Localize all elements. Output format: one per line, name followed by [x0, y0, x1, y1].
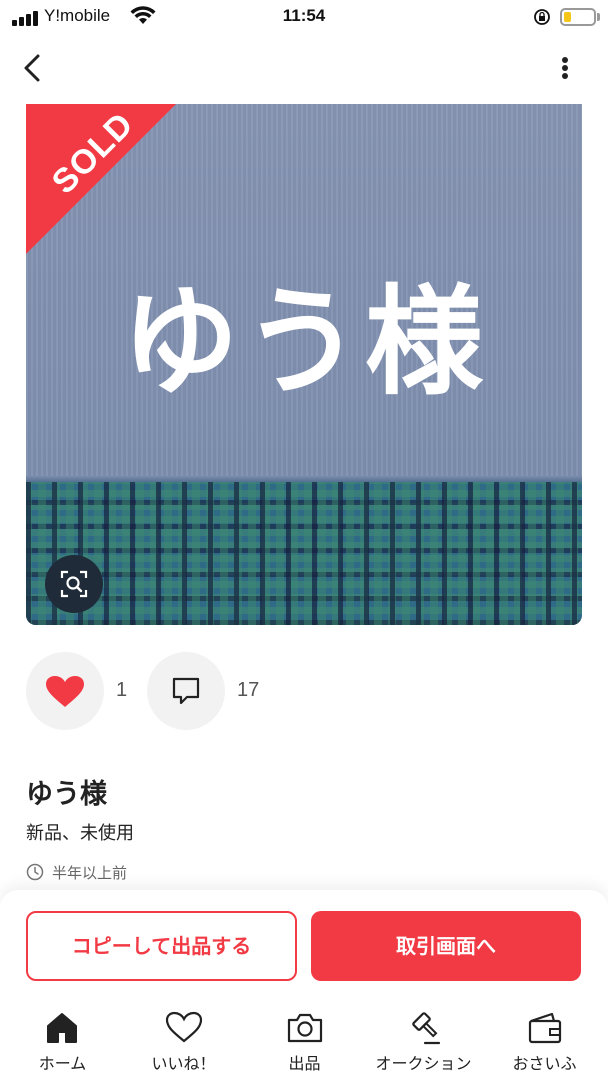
rotation-lock-icon [534, 9, 550, 25]
image-caption-text: ゆう様 [120, 273, 487, 411]
sold-badge: SOLD [26, 104, 176, 254]
tab-auction-label: オークション [375, 1054, 472, 1073]
zoom-scan-icon [60, 570, 88, 598]
tab-sell-label: 出品 [288, 1054, 321, 1073]
product-image[interactable]: ゆう様 SOLD [26, 104, 582, 625]
tab-home[interactable]: ホーム [2, 1008, 123, 1078]
tab-wallet-label: おさいふ [512, 1054, 577, 1073]
more-options-button[interactable] [550, 50, 580, 86]
like-count: 1 [116, 679, 128, 701]
tab-likes-label: いいね！ [151, 1054, 216, 1073]
comment-icon [172, 677, 200, 705]
comment-count: 17 [237, 679, 260, 701]
item-title: ゆう様 [26, 779, 107, 810]
tab-wallet[interactable]: おさいふ [484, 1008, 605, 1078]
tab-sell[interactable]: 出品 [244, 1008, 365, 1078]
tab-likes[interactable]: いいね！ [123, 1008, 244, 1078]
tab-home-label: ホーム [38, 1054, 87, 1073]
camera-icon [287, 1013, 323, 1043]
battery-icon [560, 8, 596, 26]
clock-icon [26, 863, 44, 881]
back-button[interactable] [16, 50, 52, 86]
wallet-icon [528, 1012, 562, 1044]
item-condition: 新品、未使用 [26, 823, 134, 844]
heart-outline-icon [165, 1011, 203, 1043]
gavel-icon [412, 1012, 441, 1045]
posted-time: 半年以上前 [52, 864, 128, 882]
comment-button[interactable] [147, 652, 225, 730]
like-button[interactable] [26, 652, 104, 730]
plaid-fabric [26, 482, 582, 625]
copy-listing-button[interactable]: コピーして出品する [26, 911, 297, 981]
heart-filled-icon [46, 676, 84, 707]
status-time: 11:54 [282, 6, 326, 25]
trade-screen-button[interactable]: 取引画面へ [311, 911, 581, 981]
home-icon [47, 1013, 77, 1043]
battery-nub [597, 13, 600, 21]
status-bar: Y!mobile 11:54 [0, 0, 608, 34]
image-zoom-button[interactable] [45, 555, 103, 613]
tab-auction[interactable]: オークション [363, 1008, 484, 1078]
